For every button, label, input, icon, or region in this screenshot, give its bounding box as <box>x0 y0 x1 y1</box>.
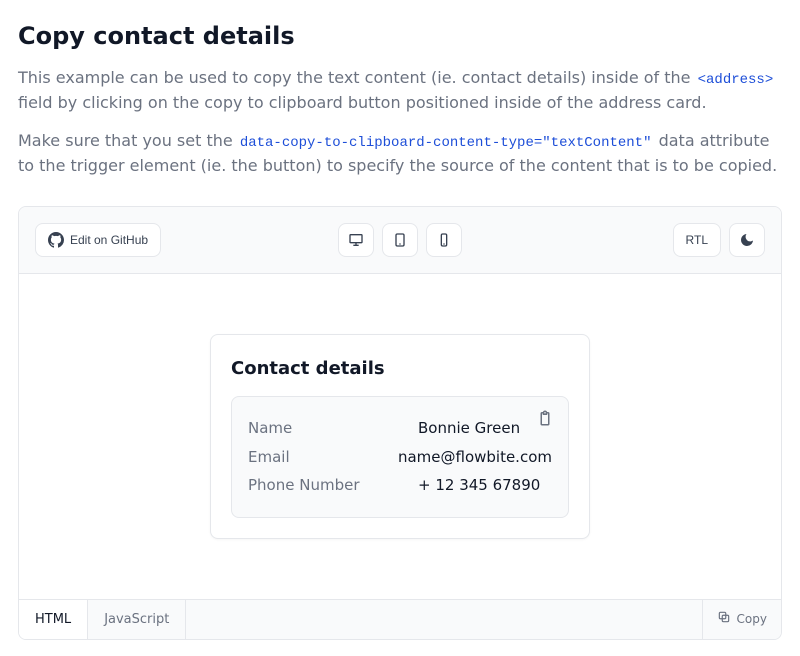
mobile-view-button[interactable] <box>426 223 462 257</box>
button-label: RTL <box>686 233 708 247</box>
copy-code-button[interactable]: Copy <box>702 600 781 640</box>
contact-row-email: Email name@flowbite.com <box>248 446 552 469</box>
field-label: Name <box>248 417 418 440</box>
dark-mode-toggle-button[interactable] <box>729 223 765 257</box>
desktop-icon <box>348 232 364 248</box>
text: This example can be used to copy the tex… <box>18 68 696 87</box>
section-heading: Copy contact details <box>18 18 782 54</box>
contact-row-name: Name Bonnie Green <box>248 417 552 440</box>
github-icon <box>48 232 64 248</box>
description-paragraph-1: This example can be used to copy the tex… <box>18 66 782 115</box>
clipboard-icon <box>536 415 554 430</box>
text: field by clicking on the copy to clipboa… <box>18 93 707 112</box>
button-label: Edit on GitHub <box>70 233 148 247</box>
preview-canvas: Contact details Name Bonnie Green Email … <box>19 274 781 599</box>
field-label: Email <box>248 446 398 469</box>
code-tabs-bar: HTML JavaScript Copy <box>19 599 781 640</box>
spacer <box>186 600 701 640</box>
card-title: Contact details <box>231 355 569 382</box>
example-preview: Edit on GitHub RTL <box>18 206 782 640</box>
description-paragraph-2: Make sure that you set the data-copy-to-… <box>18 129 782 178</box>
address-box: Name Bonnie Green Email name@flowbite.co… <box>231 396 569 518</box>
tablet-view-button[interactable] <box>382 223 418 257</box>
field-value: name@flowbite.com <box>398 446 552 469</box>
button-label: Copy <box>737 610 767 628</box>
edit-on-github-button[interactable]: Edit on GitHub <box>35 223 161 257</box>
inline-code: data-copy-to-clipboard-content-type="tex… <box>238 135 654 151</box>
tablet-icon <box>392 232 408 248</box>
desktop-view-button[interactable] <box>338 223 374 257</box>
field-label: Phone Number <box>248 474 418 497</box>
copy-to-clipboard-button[interactable] <box>534 407 556 432</box>
contact-row-phone: Phone Number + 12 345 67890 <box>248 474 552 497</box>
contact-card: Contact details Name Bonnie Green Email … <box>210 334 590 539</box>
field-value: Bonnie Green <box>418 417 520 440</box>
mobile-icon <box>436 232 452 248</box>
tab-javascript[interactable]: JavaScript <box>88 600 186 640</box>
inline-code: <address> <box>696 72 776 88</box>
rtl-toggle-button[interactable]: RTL <box>673 223 721 257</box>
text: Make sure that you set the <box>18 131 238 150</box>
field-value: + 12 345 67890 <box>418 474 540 497</box>
copy-icon <box>717 610 731 629</box>
preview-toolbar: Edit on GitHub RTL <box>19 207 781 274</box>
tab-html[interactable]: HTML <box>19 600 88 640</box>
moon-icon <box>739 232 755 248</box>
